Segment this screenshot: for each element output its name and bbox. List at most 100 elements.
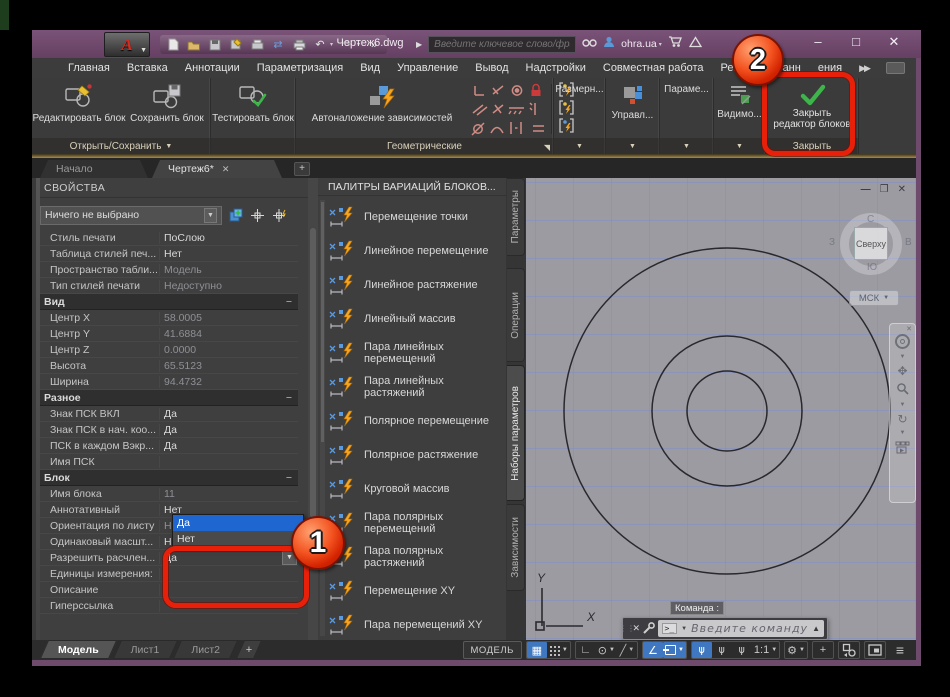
property-row[interactable]: Стиль печати ПоСлою: [40, 230, 298, 246]
quick-select-icon[interactable]: [271, 207, 288, 224]
ribbon-tab[interactable]: Параметризация: [257, 62, 343, 74]
property-value[interactable]: 58.0005: [160, 312, 298, 324]
collapse-icon[interactable]: −: [286, 472, 292, 484]
palette-side-tab[interactable]: Наборы параметров: [507, 365, 525, 501]
save-as-icon[interactable]: [229, 38, 243, 51]
panel-parametric[interactable]: Параме... ▼: [660, 78, 714, 154]
isolate-objects-icon[interactable]: [839, 642, 859, 658]
ribbon-tab[interactable]: Главная: [68, 62, 110, 74]
property-row[interactable]: Таблица стилей печ... Нет: [40, 246, 298, 262]
panel-title-open-save[interactable]: Открыть/Сохранить ▼: [32, 138, 210, 154]
isoplane-icon[interactable]: ╱ ▼: [617, 642, 637, 658]
compass-north[interactable]: С: [867, 214, 874, 225]
property-row[interactable]: Центр Y 41.6884: [40, 326, 298, 342]
palette-item[interactable]: Линейный массив: [328, 302, 504, 336]
account-dropdown-icon[interactable]: ▾: [659, 41, 662, 48]
object-snap-tracking-icon[interactable]: ⋔: [712, 642, 732, 658]
command-close-icon[interactable]: ✕: [631, 623, 642, 634]
close-button[interactable]: ✕: [883, 34, 905, 50]
panel-dimensional[interactable]: Размерн... ▼: [554, 78, 606, 154]
chevron-down-icon[interactable]: ▼: [799, 647, 805, 653]
palette-item[interactable]: Перемещение точки: [328, 200, 504, 234]
property-value[interactable]: ПоСлою: [160, 232, 298, 244]
palette-side-tab[interactable]: Параметры: [507, 178, 525, 256]
chevron-down-icon[interactable]: ▼: [204, 207, 217, 223]
edit-block-button[interactable]: Редактировать блок: [32, 78, 126, 138]
command-history-icon[interactable]: ▲: [812, 624, 820, 633]
visibility-expand[interactable]: ▼: [714, 138, 765, 154]
property-row[interactable]: Знак ПСК в нач. коо... Да: [40, 422, 298, 438]
property-row[interactable]: Знак ПСК ВКЛ Да: [40, 406, 298, 422]
viewport-minimize-icon[interactable]: —: [861, 184, 871, 195]
property-value[interactable]: Нет: [160, 248, 298, 260]
navigation-wheel-icon[interactable]: [895, 334, 910, 349]
clean-screen-icon[interactable]: [865, 642, 885, 658]
layout-tab[interactable]: Лист2: [175, 640, 236, 659]
panel-title-geometric[interactable]: Геометрические: [296, 138, 553, 154]
infocenter-expand-icon[interactable]: ▶: [416, 40, 422, 49]
property-value[interactable]: 41.6884: [160, 328, 298, 340]
palette-side-tab[interactable]: Зависимости: [507, 504, 525, 591]
property-row[interactable]: Тип стилей печати Недоступно: [40, 278, 298, 294]
property-value[interactable]: Да: [160, 424, 298, 436]
minimize-button[interactable]: –: [807, 34, 829, 50]
drawing-canvas[interactable]: — ❐ ✕ С В Ю З Сверху МСК ▼ ✕ ▼ ✥ ▼ ↻ ▼ Y…: [526, 178, 916, 640]
application-menu-button[interactable]: A ▼: [104, 32, 150, 57]
parametric-expand[interactable]: ▼: [660, 138, 713, 154]
exchange-apps-icon[interactable]: [688, 35, 702, 53]
open-folder-icon[interactable]: [187, 38, 201, 51]
dropdown-option[interactable]: Да: [173, 515, 303, 531]
palette-scrollbar[interactable]: [320, 200, 325, 636]
property-value[interactable]: Модель: [160, 264, 298, 276]
property-value[interactable]: Да: [160, 408, 298, 420]
geometric-constraints-grid[interactable]: [471, 82, 549, 138]
ortho-mode-icon[interactable]: ∟: [576, 642, 596, 658]
chevron-down-icon[interactable]: ▼: [609, 647, 615, 653]
collapse-icon[interactable]: −: [286, 392, 292, 404]
ribbon-tab[interactable]: Аннотации: [185, 62, 240, 74]
dropdown-option[interactable]: Нет: [173, 531, 303, 547]
ribbon-tab[interactable]: Совместная работа: [603, 62, 704, 74]
select-objects-icon[interactable]: [249, 207, 266, 224]
object-type-select[interactable]: Ничего не выбрано ▼: [40, 205, 222, 225]
property-row[interactable]: Пространство табли... Модель: [40, 262, 298, 278]
property-value[interactable]: 0.0000: [160, 344, 298, 356]
annotation-scale-button[interactable]: 1:1 ▼: [752, 642, 779, 658]
ucs-selector-button[interactable]: МСК ▼: [849, 290, 899, 306]
new-layout-button[interactable]: +: [236, 640, 262, 659]
close-tab-icon[interactable]: ✕: [222, 164, 230, 175]
ribbon-cycle-icon[interactable]: ▶▶: [859, 63, 871, 74]
tab-drawing6[interactable]: Чертеж6* ✕: [152, 160, 282, 178]
tab-start[interactable]: Начало: [40, 160, 148, 178]
properties-scrollbar[interactable]: [308, 178, 318, 640]
grid-display-icon[interactable]: ▦: [526, 642, 547, 658]
property-row[interactable]: ПСК в каждом Вэкр... Да: [40, 438, 298, 454]
navbar-close-icon[interactable]: ✕: [906, 325, 912, 333]
binoculars-icon[interactable]: [582, 35, 597, 53]
cart-icon[interactable]: [668, 35, 683, 53]
chevron-down-icon[interactable]: ▼: [681, 626, 687, 632]
infocenter-search-input[interactable]: [428, 35, 577, 53]
dynamic-input-icon[interactable]: ▼: [662, 642, 686, 658]
command-grip[interactable]: ⋮⋮: [619, 618, 635, 639]
layout-tab[interactable]: Модель: [42, 640, 115, 659]
object-snap-icon[interactable]: ⋔: [691, 642, 712, 658]
ribbon-tab[interactable]: Управление: [397, 62, 458, 74]
property-value[interactable]: Да: [160, 440, 298, 452]
palette-item[interactable]: Перемещение XY: [328, 574, 504, 608]
property-row[interactable]: Ширина 94.4732: [40, 374, 298, 390]
wrench-icon[interactable]: [642, 622, 655, 635]
palette-item[interactable]: Полярное перемещение: [328, 404, 504, 438]
property-section-header[interactable]: Блок −: [40, 470, 298, 486]
ribbon-display-icon[interactable]: [885, 62, 905, 74]
auto-constrain-button[interactable]: Автоналожение зависимостей: [296, 78, 468, 138]
zoom-icon[interactable]: [896, 382, 909, 397]
property-row[interactable]: Имя блока 11: [40, 486, 298, 502]
property-value[interactable]: 94.4732: [160, 376, 298, 388]
property-row[interactable]: Центр X 58.0005: [40, 310, 298, 326]
viewport-close-icon[interactable]: ✕: [898, 184, 906, 195]
save-icon[interactable]: [208, 38, 222, 51]
plot-icon[interactable]: [250, 38, 264, 51]
viewport-restore-icon[interactable]: ❐: [880, 184, 889, 195]
command-input[interactable]: >_ ▼ Введите команду ▲: [657, 620, 824, 637]
